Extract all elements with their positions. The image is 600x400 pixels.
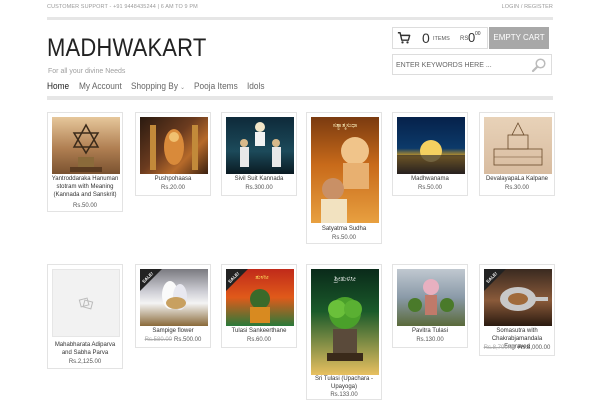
product-card[interactable]: Pushpohaasa Rs.20.00 [135, 112, 211, 196]
product-price: Rs.300.00 [245, 185, 273, 191]
product-card[interactable]: Mahabharata Adiparva and Sabha Parva Rs.… [47, 264, 123, 369]
product-image[interactable] [397, 117, 465, 174]
product-name[interactable]: Madhwanama [395, 175, 465, 183]
puja-image [150, 125, 198, 170]
product-card[interactable]: ಸತ್ಯಾತ್ಮಸುಧಾ Satyatma Sudha Rs.50.00 [306, 112, 382, 244]
product-card[interactable]: ತುಳಸೀ SALE! Tulasi Sankeerthane Rs.60.00 [221, 264, 297, 348]
product-name[interactable]: Satyatma Sudha [309, 225, 379, 233]
search-box [392, 54, 552, 75]
product-price: Rs.50.00 [72, 203, 97, 209]
product-card[interactable]: SALE! Somasutra with Chakrabjamandala En… [479, 264, 555, 356]
product-name[interactable]: Yantroddaraka Hanuman stotram with Meani… [50, 175, 120, 199]
sale-badge: SALE! [140, 269, 162, 291]
nav-shopping-by-label: Shopping By [131, 81, 178, 91]
product-price: Rs.30.00 [504, 185, 529, 191]
product-price: Rs.2,125.00 [68, 359, 102, 365]
nav-divider [47, 96, 553, 100]
sale-badge: SALE! [484, 269, 506, 291]
empty-cart-button[interactable]: EMPTY CART [489, 27, 549, 49]
product-image-placeholder[interactable] [52, 269, 120, 337]
book-cover-image: ಸತ್ಯಾತ್ಮಸುಧಾ [321, 122, 369, 223]
book-cover-image: ಶ್ರೀತುಳಸೀ [327, 275, 363, 361]
product-name[interactable]: Sri Tulasi (Upachara - Upayoga) [309, 375, 379, 391]
cart-amount-decimals: 00 [475, 31, 481, 37]
product-card[interactable]: Yantroddaraka Hanuman stotram with Meani… [47, 112, 123, 212]
product-name[interactable]: Sampige flower [138, 327, 208, 335]
product-name[interactable]: Tulasi Sankeerthane [224, 327, 294, 335]
nav-pooja-items[interactable]: Pooja Items [194, 81, 238, 91]
shopping-cart-icon [397, 32, 411, 44]
nav-my-account[interactable]: My Account [79, 81, 122, 91]
cart-summary[interactable]: 0 ITEMS RS 0 00 [392, 27, 488, 49]
product-price: Rs.130.00 [416, 337, 444, 343]
book-cover-title: ಸತ್ಯಾತ್ಮಸುಧಾ [333, 122, 357, 130]
product-image[interactable] [484, 117, 552, 174]
main-nav: Home My Account Shopping By ⌄ Pooja Item… [47, 78, 553, 96]
site-logo[interactable]: MADHWAKART [47, 34, 206, 63]
product-card[interactable]: DevalayapaLa Kalpane Rs.30.00 [479, 112, 555, 196]
chevron-down-icon: ⌄ [180, 85, 185, 91]
book-cover-title: ಶ್ರೀತುಳಸೀ [333, 275, 356, 283]
product-name[interactable]: Mahabharata Adiparva and Sabha Parva [50, 341, 120, 357]
sale-badge: SALE! [226, 269, 248, 291]
product-name[interactable]: Pushpohaasa [138, 175, 208, 183]
product-card[interactable]: ಶ್ರೀತುಳಸೀ Sri Tulasi (Upachara - Upayoga… [306, 264, 382, 400]
nav-idols[interactable]: Idols [247, 81, 264, 91]
customer-support-text: CUSTOMER SUPPORT - +91 9448435244 | 6 AM… [47, 4, 198, 10]
product-card[interactable]: Sivil Suit Kannada Rs.300.00 [221, 112, 297, 196]
product-sale-price: Rs.500.00 [174, 337, 202, 343]
top-bar: CUSTOMER SUPPORT - +91 9448435244 | 6 AM… [47, 4, 553, 14]
site-tagline: For all your divine Needs [48, 68, 126, 75]
product-image[interactable] [226, 117, 294, 174]
product-sale-price: Rs.8,000.00 [518, 345, 551, 351]
product-name[interactable]: Pavitra Tulasi [395, 327, 465, 335]
product-image[interactable] [52, 117, 120, 174]
book-cover-title: ತುಳಸೀ [255, 274, 269, 281]
login-register-link[interactable]: LOGIN / REGISTER [502, 4, 553, 10]
product-image[interactable]: ಶ್ರೀತುಳಸೀ [311, 269, 379, 375]
product-price: Rs.580.00 Rs.500.00 [136, 337, 210, 343]
nav-home[interactable]: Home [47, 81, 69, 91]
product-card[interactable]: Madhwanama Rs.50.00 [392, 112, 468, 196]
product-image[interactable] [397, 269, 465, 326]
yantra-image [70, 123, 102, 172]
product-old-price: Rs.580.00 [144, 337, 172, 343]
product-price: Rs.20.00 [160, 185, 185, 191]
product-price: Rs.50.00 [331, 235, 356, 241]
product-price: Rs.8,700.00 Rs.8,000.00 [480, 345, 554, 351]
product-card[interactable]: SALE! Sampige flower Rs.580.00 Rs.500.00 [135, 264, 211, 348]
sale-badge-text: SALE! [141, 270, 155, 285]
product-image[interactable] [140, 117, 208, 174]
product-price: Rs.50.00 [417, 185, 442, 191]
search-input[interactable] [396, 58, 521, 72]
search-icon[interactable] [531, 57, 547, 73]
product-name[interactable]: Sivil Suit Kannada [224, 175, 294, 183]
top-divider [47, 17, 553, 20]
image-placeholder-icon [78, 297, 94, 310]
product-card[interactable]: Pavitra Tulasi Rs.130.00 [392, 264, 468, 348]
cart-item-count: 0 [422, 30, 430, 46]
product-old-price: Rs.8,700.00 [483, 345, 516, 351]
product-image[interactable]: ಸತ್ಯಾತ್ಮಸುಧಾ [311, 117, 379, 223]
product-price: Rs.60.00 [246, 337, 271, 343]
cart-items-label: ITEMS [433, 36, 450, 42]
product-name[interactable]: DevalayapaLa Kalpane [482, 175, 552, 183]
sale-badge-text: SALE! [227, 270, 241, 285]
nav-shopping-by[interactable]: Shopping By ⌄ [131, 81, 185, 91]
figures-image [240, 122, 281, 167]
temple-sketch-image [493, 122, 543, 166]
product-price: Rs.133.00 [330, 392, 358, 398]
sale-badge-text: SALE! [485, 270, 499, 285]
tulasi-plant-image [408, 279, 454, 315]
sunrise-image [397, 140, 465, 174]
